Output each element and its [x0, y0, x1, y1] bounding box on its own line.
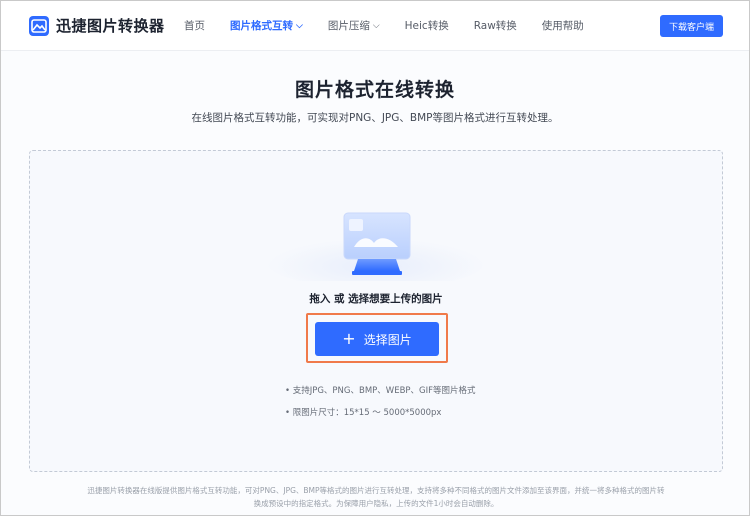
tip-size-limit: • 限图片尺寸：15*15 ～ 5000*5000px — [285, 408, 442, 418]
nav-label: 图片格式互转 — [230, 20, 293, 32]
nav-label: Heic转换 — [404, 20, 449, 32]
nav-label: Raw转换 — [473, 20, 517, 32]
nav-label: 图片压缩 — [327, 20, 370, 32]
page-subtitle: 在线图片格式互转功能，可实现对PNG、JPG、BMP等图片格式进行互转处理。 — [191, 112, 559, 124]
app-frame: 迅捷图片转换器 首页 图片格式互转 ⌵ 图片压缩 ⌵ Heic转换 Raw转换 … — [0, 0, 750, 516]
drop-instructions: 拖入 或 选择想要上传的图片 — [309, 293, 443, 305]
chevron-down-icon: ⌵ — [372, 20, 380, 31]
nav-label: 首页 — [184, 20, 205, 32]
nav-heic-convert[interactable]: Heic转换 — [405, 18, 449, 33]
nav-image-compress[interactable]: 图片压缩 ⌵ — [328, 18, 380, 33]
chevron-down-icon: ⌵ — [296, 20, 303, 31]
app-name: 迅捷图片转换器 — [56, 17, 165, 35]
upload-tips: • 支持JPG、PNG、BMP、WEBP、GIF等图片格式 • 限图片尺寸：15… — [285, 384, 476, 428]
footer-line-1: 迅捷图片转换器在线版提供图片格式互转功能，可对PNG、JPG、BMP等格式的图片… — [87, 486, 665, 495]
nav-help[interactable]: 使用帮助 — [542, 18, 584, 33]
select-image-button[interactable]: + 选择图片 — [315, 322, 439, 356]
plus-icon: + — [342, 329, 356, 348]
nav-raw-convert[interactable]: Raw转换 — [474, 18, 517, 33]
upload-illustration-icon — [266, 212, 486, 281]
download-client-button[interactable]: 下载客户端 — [660, 15, 723, 37]
upload-drop-zone[interactable]: 拖入 或 选择想要上传的图片 + 选择图片 • 支持JPG、PNG、BMP、WE… — [29, 150, 723, 472]
nav-format-convert[interactable]: 图片格式互转 ⌵ — [230, 18, 303, 33]
logo[interactable]: 迅捷图片转换器 — [29, 15, 165, 36]
tip-formats: • 支持JPG、PNG、BMP、WEBP、GIF等图片格式 — [285, 386, 476, 396]
main-nav: 首页 图片格式互转 ⌵ 图片压缩 ⌵ Heic转换 Raw转换 使用帮助 — [184, 18, 609, 33]
image-logo-icon — [29, 15, 49, 36]
footer-note: 迅捷图片转换器在线版提供图片格式互转功能，可对PNG、JPG、BMP等格式的图片… — [51, 484, 701, 510]
top-header: 迅捷图片转换器 首页 图片格式互转 ⌵ 图片压缩 ⌵ Heic转换 Raw转换 … — [1, 1, 749, 51]
nav-home[interactable]: 首页 — [184, 18, 205, 33]
select-image-label: 选择图片 — [363, 332, 412, 347]
nav-label: 使用帮助 — [541, 20, 584, 32]
page-title: 图片格式在线转换 — [294, 79, 455, 101]
footer-line-2: 换成预设中的指定格式。为保障用户隐私，上传的文件1小时会自动删除。 — [253, 499, 499, 508]
